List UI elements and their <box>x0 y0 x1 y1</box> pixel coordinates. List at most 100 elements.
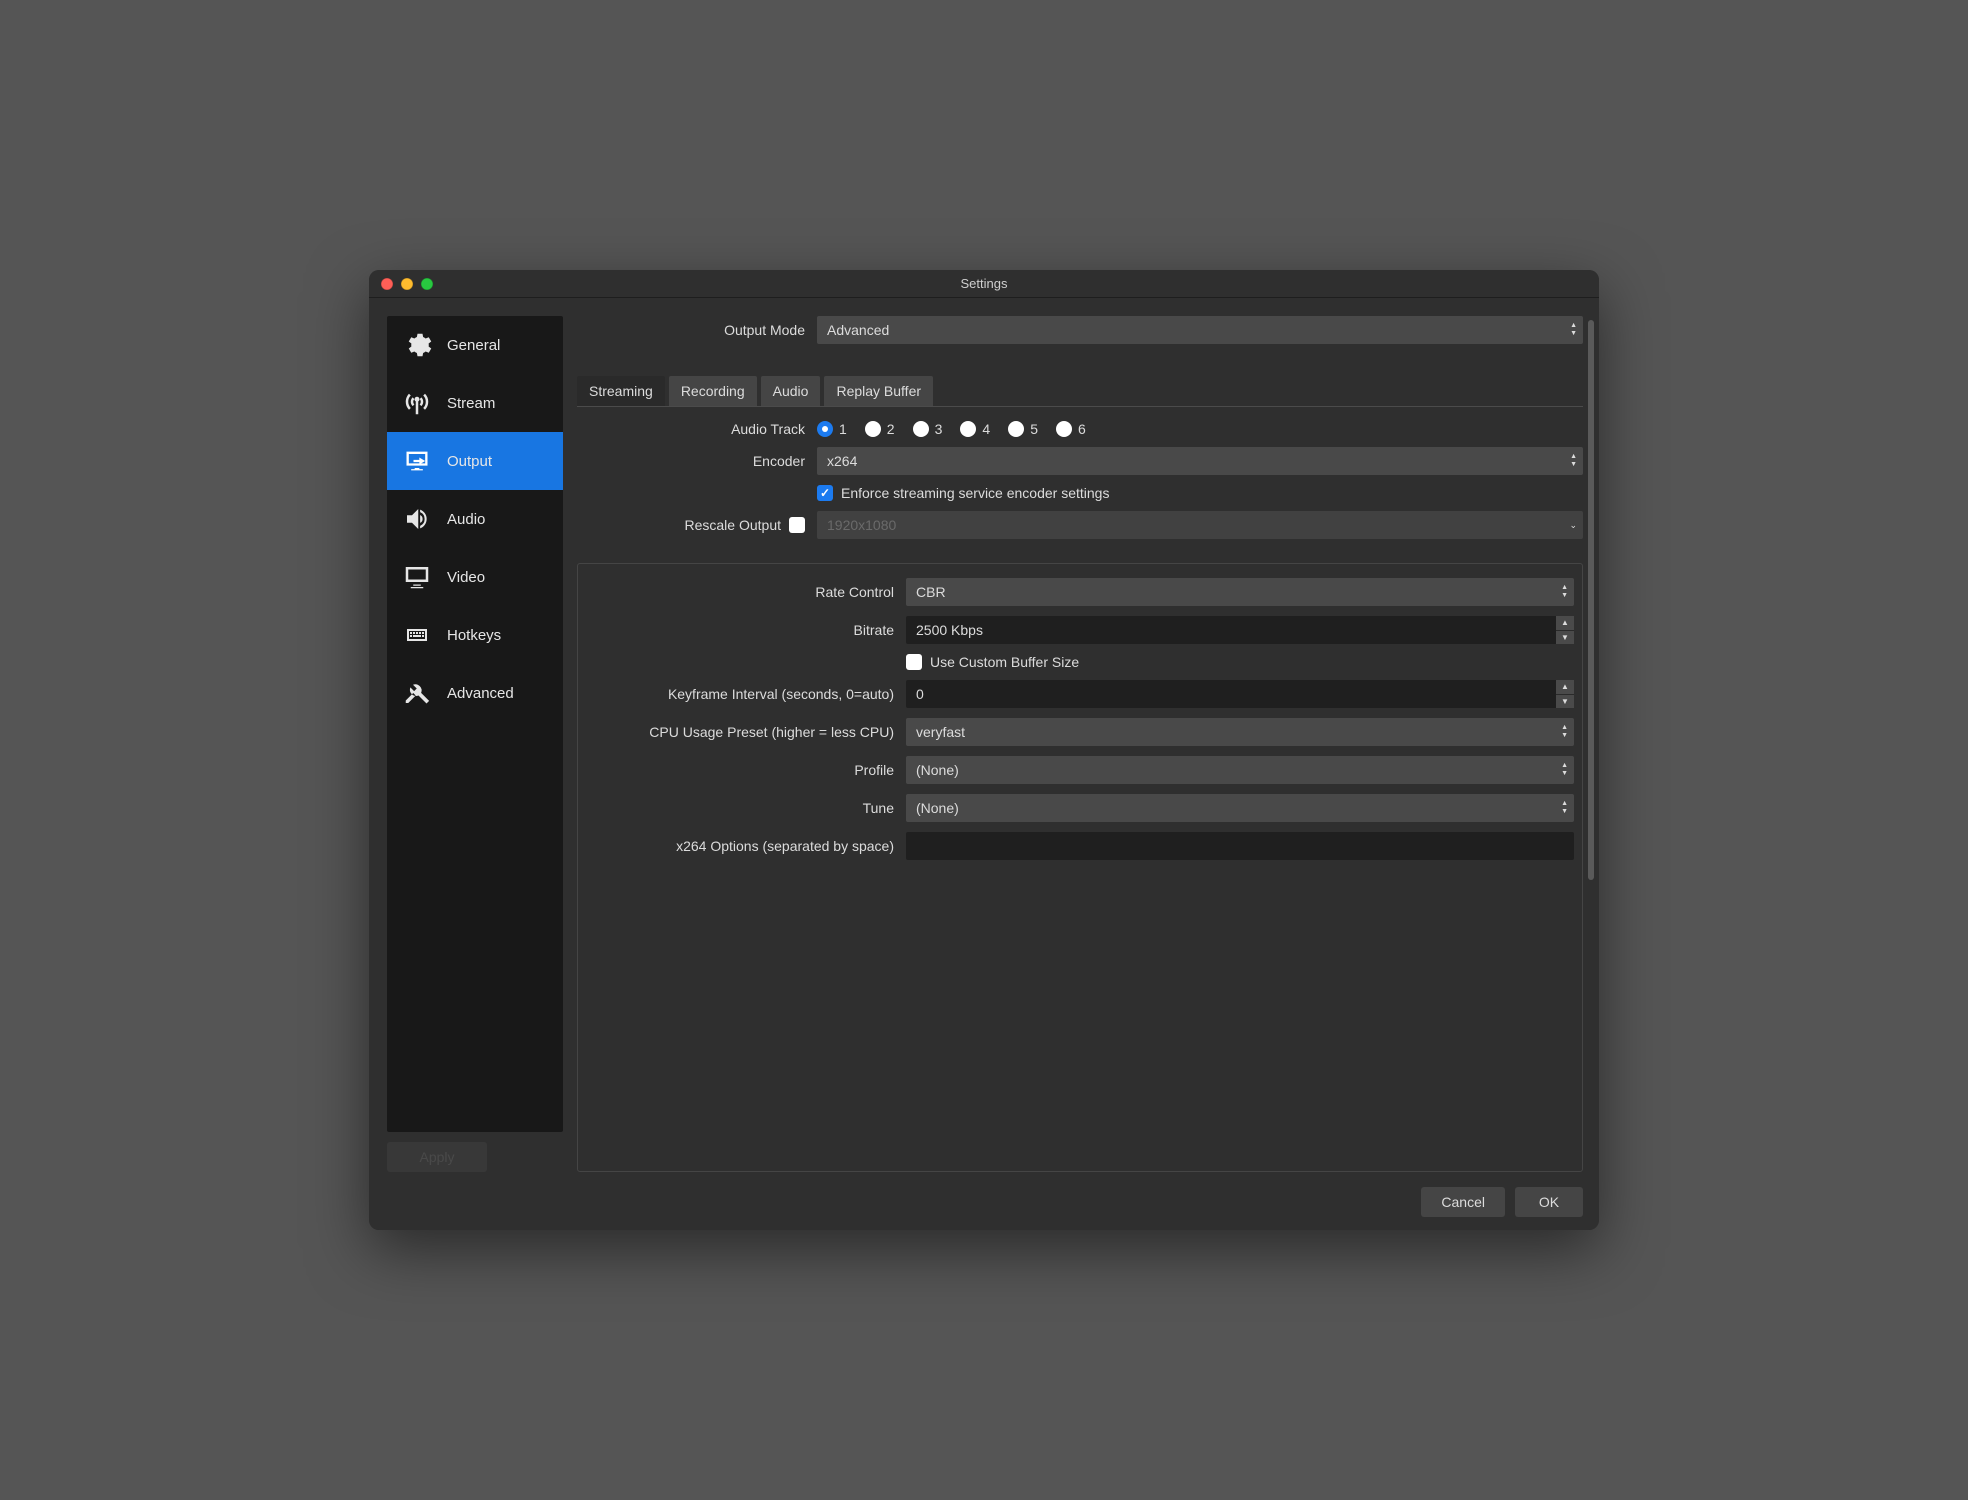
bitrate-row: Bitrate 2500 Kbps ▲▼ <box>586 616 1574 644</box>
sidebar-item-video[interactable]: Video <box>387 548 563 606</box>
cancel-button-label: Cancel <box>1441 1194 1485 1210</box>
custom-buffer-label: Use Custom Buffer Size <box>930 654 1079 670</box>
audio-track-2[interactable]: 2 <box>865 421 895 437</box>
enforce-row: Enforce streaming service encoder settin… <box>577 485 1583 501</box>
sidebar-item-label: Output <box>447 453 492 470</box>
sidebar-item-label: Advanced <box>447 685 514 702</box>
preset-value: veryfast <box>916 724 965 740</box>
preset-row: CPU Usage Preset (higher = less CPU) ver… <box>586 718 1574 746</box>
output-mode-value: Advanced <box>827 322 889 338</box>
tune-select[interactable]: (None) ▲▼ <box>906 794 1574 822</box>
left-column: General Stream Output <box>387 316 563 1172</box>
updown-icon: ▲▼ <box>1561 801 1568 815</box>
custom-buffer-checkbox[interactable] <box>906 654 922 670</box>
bitrate-input[interactable]: 2500 Kbps ▲▼ <box>906 616 1574 644</box>
monitor-icon <box>399 559 435 595</box>
preset-label: CPU Usage Preset (higher = less CPU) <box>586 724 906 740</box>
sidebar-item-label: Hotkeys <box>447 627 501 644</box>
sidebar-item-audio[interactable]: Audio <box>387 490 563 548</box>
sidebar-item-stream[interactable]: Stream <box>387 374 563 432</box>
rescale-row: Rescale Output 1920x1080 ⌄ <box>577 511 1583 539</box>
tools-icon <box>399 675 435 711</box>
settings-window: Settings General Stream <box>369 270 1599 1230</box>
scrollbar[interactable] <box>1588 320 1594 880</box>
x264opts-row: x264 Options (separated by space) <box>586 832 1574 860</box>
encoder-value: x264 <box>827 453 857 469</box>
sidebar-item-label: Audio <box>447 511 485 528</box>
audio-track-3[interactable]: 3 <box>913 421 943 437</box>
sidebar-item-advanced[interactable]: Advanced <box>387 664 563 722</box>
rate-control-value: CBR <box>916 584 946 600</box>
ok-button-label: OK <box>1539 1194 1559 1210</box>
keyframe-value: 0 <box>916 686 924 702</box>
rescale-checkbox[interactable] <box>789 517 805 533</box>
output-mode-row: Output Mode Advanced ▲▼ <box>577 316 1583 344</box>
audio-track-6[interactable]: 6 <box>1056 421 1086 437</box>
audio-track-label: Audio Track <box>577 421 817 437</box>
updown-icon: ▲▼ <box>1570 323 1577 337</box>
sidebar-item-label: General <box>447 337 500 354</box>
audio-track-1[interactable]: 1 <box>817 421 847 437</box>
audio-track-row: Audio Track 1 2 3 4 5 6 <box>577 421 1583 437</box>
preset-select[interactable]: veryfast ▲▼ <box>906 718 1574 746</box>
apply-button[interactable]: Apply <box>387 1142 487 1172</box>
x264opts-input[interactable] <box>906 832 1574 860</box>
apply-button-label: Apply <box>419 1149 454 1165</box>
x264opts-label: x264 Options (separated by space) <box>586 838 906 854</box>
tune-row: Tune (None) ▲▼ <box>586 794 1574 822</box>
updown-icon: ▲▼ <box>1561 763 1568 777</box>
cancel-button[interactable]: Cancel <box>1421 1187 1505 1217</box>
main-panel: Output Mode Advanced ▲▼ Streaming Record… <box>577 316 1583 1172</box>
sidebar-item-label: Stream <box>447 395 495 412</box>
tab-streaming[interactable]: Streaming <box>577 376 665 406</box>
window-title: Settings <box>369 276 1599 291</box>
sidebar-item-general[interactable]: General <box>387 316 563 374</box>
keyframe-row: Keyframe Interval (seconds, 0=auto) 0 ▲▼ <box>586 680 1574 708</box>
rescale-select[interactable]: 1920x1080 ⌄ <box>817 511 1583 539</box>
profile-label: Profile <box>586 762 906 778</box>
rescale-value: 1920x1080 <box>827 517 896 533</box>
sidebar-item-output[interactable]: Output <box>387 432 563 490</box>
tab-recording[interactable]: Recording <box>669 376 757 406</box>
spinner-icon[interactable]: ▲▼ <box>1556 680 1574 708</box>
bitrate-label: Bitrate <box>586 622 906 638</box>
ok-button[interactable]: OK <box>1515 1187 1583 1217</box>
output-mode-select[interactable]: Advanced ▲▼ <box>817 316 1583 344</box>
enforce-checkbox[interactable] <box>817 485 833 501</box>
display-arrow-icon <box>399 443 435 479</box>
audio-track-5[interactable]: 5 <box>1008 421 1038 437</box>
encoder-settings-box: Rate Control CBR ▲▼ Bitrate 2500 Kbps ▲▼ <box>577 563 1583 1172</box>
audio-track-4[interactable]: 4 <box>960 421 990 437</box>
enforce-label: Enforce streaming service encoder settin… <box>841 485 1109 501</box>
enforce-check-row[interactable]: Enforce streaming service encoder settin… <box>817 485 1109 501</box>
updown-icon: ▲▼ <box>1561 725 1568 739</box>
speaker-icon <box>399 501 435 537</box>
antenna-icon <box>399 385 435 421</box>
encoder-select[interactable]: x264 ▲▼ <box>817 447 1583 475</box>
profile-select[interactable]: (None) ▲▼ <box>906 756 1574 784</box>
rate-control-select[interactable]: CBR ▲▼ <box>906 578 1574 606</box>
profile-value: (None) <box>916 762 959 778</box>
sidebar-item-label: Video <box>447 569 485 586</box>
updown-icon: ▲▼ <box>1570 454 1577 468</box>
tab-audio[interactable]: Audio <box>761 376 821 406</box>
custom-buffer-check-row[interactable]: Use Custom Buffer Size <box>906 654 1079 670</box>
sidebar-item-hotkeys[interactable]: Hotkeys <box>387 606 563 664</box>
footer: Cancel OK <box>369 1182 1599 1230</box>
gear-icon <box>399 327 435 363</box>
rescale-label: Rescale Output <box>685 517 782 533</box>
encoder-label: Encoder <box>577 453 817 469</box>
audio-track-radios: 1 2 3 4 5 6 <box>817 421 1086 437</box>
output-mode-label: Output Mode <box>577 322 817 338</box>
tab-replay-buffer[interactable]: Replay Buffer <box>824 376 933 406</box>
window-body: General Stream Output <box>369 298 1599 1182</box>
output-tabs: Streaming Recording Audio Replay Buffer <box>577 376 1583 407</box>
tune-label: Tune <box>586 800 906 816</box>
keyframe-input[interactable]: 0 ▲▼ <box>906 680 1574 708</box>
tune-value: (None) <box>916 800 959 816</box>
spinner-icon[interactable]: ▲▼ <box>1556 616 1574 644</box>
profile-row: Profile (None) ▲▼ <box>586 756 1574 784</box>
encoder-row: Encoder x264 ▲▼ <box>577 447 1583 475</box>
custom-buffer-row: Use Custom Buffer Size <box>586 654 1574 670</box>
chevron-down-icon: ⌄ <box>1569 522 1577 528</box>
